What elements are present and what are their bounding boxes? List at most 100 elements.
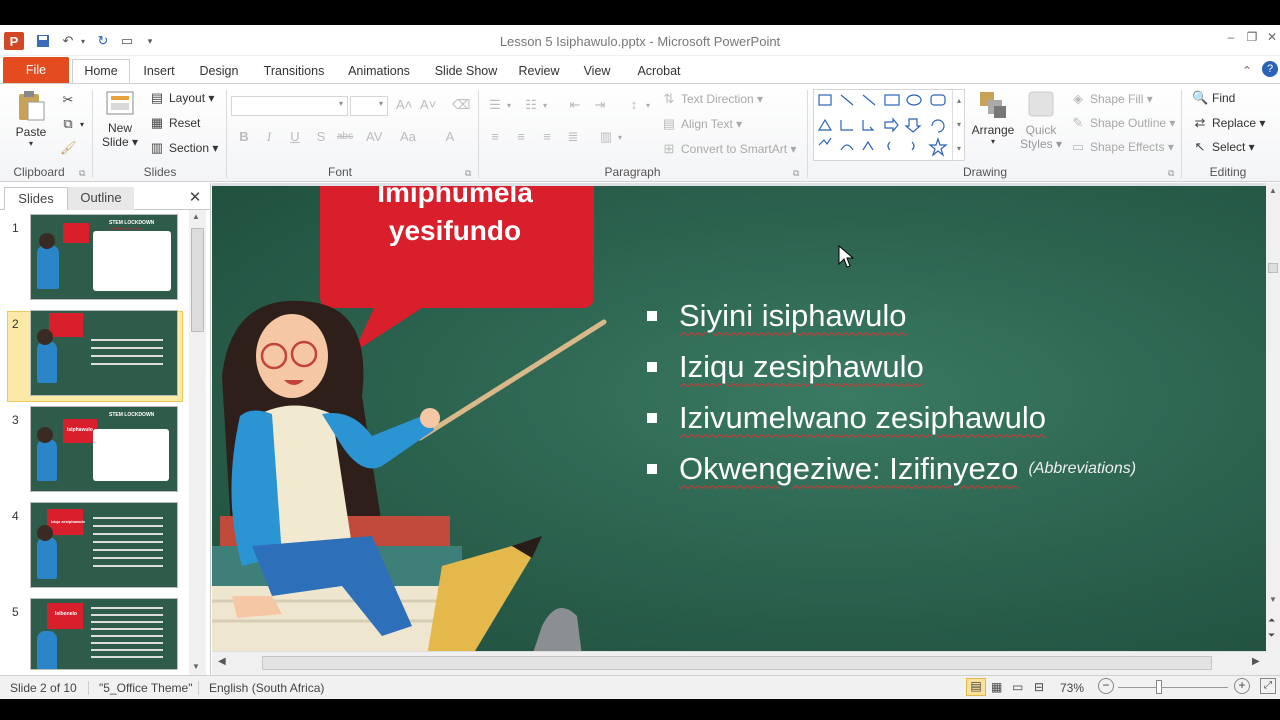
tab-outline[interactable]: Outline <box>68 187 134 210</box>
pencil-icon: ✎ <box>1072 115 1084 130</box>
columns-button[interactable]: ▥ ▾ <box>598 129 622 145</box>
layout-button[interactable]: ▤ Layout ▾ <box>149 90 215 106</box>
shapes-icons <box>817 94 948 157</box>
bullets-button[interactable]: ☰ ▾ <box>487 97 511 113</box>
align-left-button[interactable]: ≡ <box>487 129 503 145</box>
select-button[interactable]: ↖ Select ▾ <box>1192 139 1255 155</box>
cut-button[interactable]: ✂ <box>60 92 76 108</box>
find-button[interactable]: 🔍 Find <box>1192 90 1235 106</box>
center-button[interactable]: ≡ <box>513 129 529 145</box>
numbering-button[interactable]: ☷ ▾ <box>523 97 547 113</box>
shapes-gallery[interactable] <box>813 89 965 161</box>
tab-transitions[interactable]: Transitions <box>258 60 330 83</box>
help-icon[interactable]: ? <box>1262 61 1278 77</box>
underline-button[interactable]: U <box>287 129 303 145</box>
clipboard-launcher-icon[interactable]: ⧉ <box>79 168 85 179</box>
slide-navigation[interactable]: ⏶ ⏷ <box>1268 613 1275 643</box>
font-launcher-icon[interactable]: ⧉ <box>465 168 471 179</box>
tab-view[interactable]: View <box>577 60 617 83</box>
align-center-icon: ≡ <box>517 129 525 144</box>
shrink-font-button[interactable]: A˅ <box>420 97 436 113</box>
slide-thumbnail-2[interactable] <box>30 310 178 396</box>
line-spacing-button[interactable]: ↕ ▾ <box>626 97 650 113</box>
tab-animations[interactable]: Animations <box>343 60 415 83</box>
slide-thumbnail-4[interactable]: Iziqu zesiphawulo <box>30 502 178 588</box>
grow-font-button[interactable]: A˄ <box>396 97 412 113</box>
increase-indent-button[interactable]: ⇥ <box>592 97 608 113</box>
normal-view-icon[interactable]: ▤ <box>966 678 986 696</box>
italic-button[interactable]: I <box>261 129 277 145</box>
shape-effects-button[interactable]: ▭ Shape Effects ▾ <box>1070 139 1174 155</box>
reset-button[interactable]: ▦ Reset <box>149 115 201 131</box>
fit-to-window-icon[interactable]: ⤢ <box>1260 678 1276 694</box>
slide-sorter-icon[interactable]: ▦ <box>991 680 1002 694</box>
text-direction-button[interactable]: ⇅ Text Direction ▾ <box>661 91 764 107</box>
format-painter-button[interactable]: 🖌 <box>60 140 77 156</box>
bold-button[interactable]: B <box>236 129 252 145</box>
bullet-list[interactable]: Siyini isiphawulo Iziqu zesiphawulo Iziv… <box>647 290 1136 494</box>
slide-show-icon[interactable]: ⊟ <box>1034 680 1044 694</box>
scroll-down-icon[interactable]: ▼ <box>1269 595 1277 604</box>
reading-view-icon[interactable]: ▭ <box>1012 680 1023 694</box>
scroll-left-icon[interactable]: ◀ <box>218 656 226 667</box>
font-color-button[interactable]: A <box>442 129 458 145</box>
columns-icon: ▥ <box>599 129 613 144</box>
zoom-slider-thumb[interactable] <box>1156 680 1162 694</box>
shapes-gallery-scroll[interactable]: ▴ ▾ ▾ <box>952 89 965 161</box>
drawing-launcher-icon[interactable]: ⧉ <box>1168 168 1174 179</box>
vertical-scroll-thumb[interactable] <box>1268 263 1278 273</box>
horizontal-scroll-thumb[interactable] <box>262 656 1212 670</box>
language-indicator[interactable]: English (South Africa) <box>198 681 324 695</box>
change-case-button[interactable]: Aa <box>400 129 416 145</box>
paste-button[interactable]: Paste ▾ <box>14 90 48 148</box>
tab-review[interactable]: Review <box>515 60 563 83</box>
align-right-button[interactable]: ≡ <box>539 129 555 145</box>
new-slide-button[interactable]: New Slide ▾ <box>98 88 142 149</box>
scroll-right-icon[interactable]: ▶ <box>1252 656 1260 667</box>
shape-fill-button[interactable]: ◈ Shape Fill ▾ <box>1070 91 1153 107</box>
justify-button[interactable]: ≣ <box>565 129 581 145</box>
tab-slides[interactable]: Slides <box>4 187 68 210</box>
arrange-button[interactable]: Arrange ▾ <box>970 90 1016 146</box>
minimize-ribbon-icon[interactable]: ⌃ <box>1238 60 1256 83</box>
tab-home[interactable]: Home <box>72 59 130 83</box>
restore-icon[interactable]: ❐ <box>1242 30 1262 50</box>
section-button[interactable]: ▥ Section ▾ <box>149 140 219 156</box>
vertical-scrollbar[interactable]: ▲ ▼ ⏶ ⏷ <box>1266 183 1280 675</box>
slide-thumbnail-1[interactable]: STEM LOCKDOWN DIGITAL SCHOOL <box>30 214 178 300</box>
quick-styles-button[interactable]: Quick Styles ▾ <box>1019 90 1063 151</box>
clear-formatting-button[interactable]: ⌫ <box>452 97 470 113</box>
slide-thumbnail-5[interactable]: Isibonelo <box>30 598 178 670</box>
strikethrough-button[interactable]: abc <box>337 129 353 145</box>
tab-slide-show[interactable]: Slide Show <box>430 60 502 83</box>
zoom-in-icon[interactable]: + <box>1234 678 1250 694</box>
tab-design[interactable]: Design <box>193 60 245 83</box>
shape-outline-button[interactable]: ✎ Shape Outline ▾ <box>1070 115 1176 131</box>
character-spacing-button[interactable]: AV <box>366 129 382 145</box>
tab-file[interactable]: File <box>3 57 69 83</box>
tab-insert[interactable]: Insert <box>138 60 180 83</box>
slide-heading: Imiphumela yesifundo <box>330 186 580 250</box>
tab-acrobat[interactable]: Acrobat <box>630 60 688 83</box>
slides-panel-scroll-thumb[interactable] <box>191 228 204 332</box>
paragraph-launcher-icon[interactable]: ⧉ <box>793 168 799 179</box>
scroll-up-icon[interactable]: ▲ <box>1269 186 1277 195</box>
align-text-button[interactable]: ▤ Align Text ▾ <box>661 116 742 132</box>
slides-panel-scrollbar[interactable]: ▲ ▼ <box>189 210 206 675</box>
close-panel-icon[interactable]: ✕ <box>186 187 204 210</box>
minimize-icon[interactable]: – <box>1221 30 1241 50</box>
slide-thumbnail-3[interactable]: Isiphawulo STEM LOCKDOWN <box>30 406 178 492</box>
shadow-button[interactable]: S <box>313 129 329 145</box>
convert-to-smartart-button[interactable]: ⊞ Convert to SmartArt ▾ <box>661 141 797 157</box>
zoom-level[interactable]: 73% <box>1060 681 1084 695</box>
font-name-combobox[interactable]: ▾ <box>231 96 348 116</box>
zoom-out-icon[interactable]: − <box>1098 678 1114 694</box>
zoom-slider[interactable] <box>1118 687 1228 688</box>
close-icon[interactable]: ✕ <box>1262 30 1280 50</box>
decrease-indent-button[interactable]: ⇤ <box>567 97 583 113</box>
replace-button[interactable]: ⇄ Replace ▾ <box>1192 115 1266 131</box>
horizontal-scrollbar[interactable]: ◀ ▶ <box>212 651 1266 675</box>
font-size-combobox[interactable]: ▾ <box>350 96 388 116</box>
slide-canvas[interactable]: Imiphumela yesifundo Siyini isiphawulo I… <box>212 186 1266 651</box>
copy-button[interactable]: ⧉ ▾ <box>60 116 84 132</box>
